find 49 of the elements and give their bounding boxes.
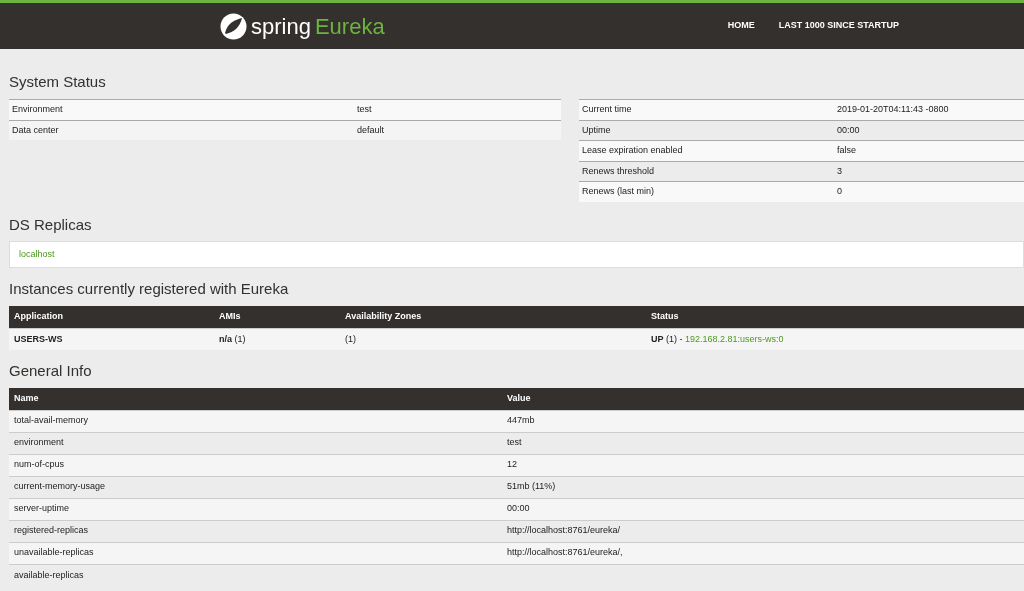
status-value: default	[354, 120, 561, 140]
logo-icon	[220, 12, 247, 40]
column-header: Name	[9, 388, 502, 410]
brand-text: spring	[251, 12, 311, 41]
table-cell: 51mb (11%)	[502, 476, 1024, 498]
table-cell: USERS-WS	[9, 328, 214, 350]
column-header: Status	[646, 306, 1024, 328]
status-label: Lease expiration enabled	[579, 140, 834, 161]
product-name: Eureka	[314, 12, 385, 41]
column-header: Value	[502, 388, 1024, 410]
section-title: DS Replicas	[8, 215, 93, 234]
status-value: 3	[834, 161, 1024, 182]
status-label: Environment	[9, 99, 354, 120]
nav-link[interactable]: LAST 1000 SINCE STARTUP	[778, 19, 899, 33]
column-header: AMIs	[214, 306, 340, 328]
replica-link[interactable]: localhost	[19, 248, 55, 259]
status-label: Renews (last min)	[579, 181, 834, 202]
table-cell: available-replicas	[9, 564, 502, 586]
section-title: General Info	[8, 362, 93, 380]
table-cell: test	[502, 432, 1024, 454]
section-title: System Status	[8, 73, 107, 91]
table-cell: environment	[9, 432, 502, 454]
status-value: test	[354, 99, 561, 120]
table-cell: registered-replicas	[9, 520, 502, 542]
status-label: Current time	[579, 99, 834, 120]
status-value: false	[834, 140, 1024, 161]
table-cell: n/a (1)	[214, 328, 340, 350]
table-cell: unavailable-replicas	[9, 542, 502, 564]
table-cell: 00:00	[502, 498, 1024, 520]
status-label: Renews threshold	[579, 161, 834, 182]
table-cell: num-of-cpus	[9, 454, 502, 476]
table-cell: http://localhost:8761/eureka/,	[502, 542, 1024, 564]
status-label: Data center	[9, 120, 354, 140]
status-value: 0	[834, 181, 1024, 202]
column-header: Availability Zones	[340, 306, 646, 328]
status-value: 00:00	[834, 120, 1024, 141]
nav-link[interactable]: HOME	[727, 19, 755, 33]
status-label: Uptime	[579, 120, 834, 141]
column-header: Application	[9, 306, 214, 328]
table-cell: server-uptime	[9, 498, 502, 520]
table-cell: (1)	[340, 328, 646, 350]
table-cell: http://localhost:8761/eureka/	[502, 520, 1024, 542]
table-cell: 12	[502, 454, 1024, 476]
table-cell: current-memory-usage	[9, 476, 502, 498]
table-cell: total-avail-memory	[9, 410, 502, 432]
table-cell: 447mb	[502, 410, 1024, 432]
section-title: Instances currently registered with Eureka	[8, 280, 290, 298]
status-text: UP (1) -	[651, 333, 683, 344]
status-value: 2019-01-20T04:11:43 -0800	[834, 99, 1024, 120]
